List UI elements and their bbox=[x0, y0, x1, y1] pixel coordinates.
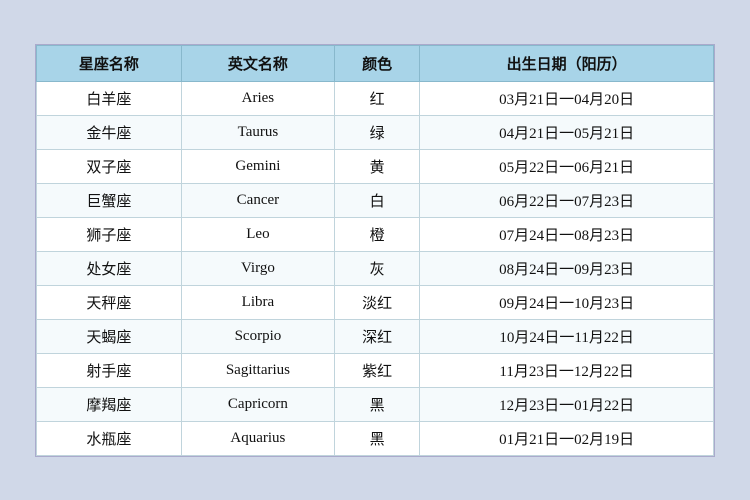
cell-r0-c3: 03月21日一04月20日 bbox=[420, 81, 714, 115]
table-row: 射手座Sagittarius紫红11月23日一12月22日 bbox=[37, 353, 714, 387]
table-header-row: 星座名称英文名称颜色出生日期（阳历） bbox=[37, 45, 714, 81]
col-header-3: 出生日期（阳历） bbox=[420, 45, 714, 81]
table-row: 双子座Gemini黄05月22日一06月21日 bbox=[37, 149, 714, 183]
cell-r8-c2: 紫红 bbox=[334, 353, 419, 387]
cell-r7-c1: Scorpio bbox=[181, 319, 334, 353]
col-header-1: 英文名称 bbox=[181, 45, 334, 81]
cell-r3-c3: 06月22日一07月23日 bbox=[420, 183, 714, 217]
cell-r9-c2: 黑 bbox=[334, 387, 419, 421]
cell-r0-c0: 白羊座 bbox=[37, 81, 182, 115]
cell-r9-c0: 摩羯座 bbox=[37, 387, 182, 421]
cell-r4-c0: 狮子座 bbox=[37, 217, 182, 251]
cell-r2-c0: 双子座 bbox=[37, 149, 182, 183]
cell-r5-c2: 灰 bbox=[334, 251, 419, 285]
cell-r2-c3: 05月22日一06月21日 bbox=[420, 149, 714, 183]
cell-r6-c3: 09月24日一10月23日 bbox=[420, 285, 714, 319]
cell-r6-c2: 淡红 bbox=[334, 285, 419, 319]
cell-r3-c0: 巨蟹座 bbox=[37, 183, 182, 217]
col-header-0: 星座名称 bbox=[37, 45, 182, 81]
cell-r1-c2: 绿 bbox=[334, 115, 419, 149]
table-row: 天秤座Libra淡红09月24日一10月23日 bbox=[37, 285, 714, 319]
table-row: 白羊座Aries红03月21日一04月20日 bbox=[37, 81, 714, 115]
cell-r8-c3: 11月23日一12月22日 bbox=[420, 353, 714, 387]
col-header-2: 颜色 bbox=[334, 45, 419, 81]
table-row: 狮子座Leo橙07月24日一08月23日 bbox=[37, 217, 714, 251]
cell-r10-c2: 黑 bbox=[334, 421, 419, 455]
cell-r4-c3: 07月24日一08月23日 bbox=[420, 217, 714, 251]
table-row: 水瓶座Aquarius黑01月21日一02月19日 bbox=[37, 421, 714, 455]
cell-r1-c3: 04月21日一05月21日 bbox=[420, 115, 714, 149]
cell-r9-c3: 12月23日一01月22日 bbox=[420, 387, 714, 421]
cell-r0-c2: 红 bbox=[334, 81, 419, 115]
cell-r7-c2: 深红 bbox=[334, 319, 419, 353]
cell-r1-c0: 金牛座 bbox=[37, 115, 182, 149]
cell-r0-c1: Aries bbox=[181, 81, 334, 115]
cell-r6-c0: 天秤座 bbox=[37, 285, 182, 319]
table-body: 白羊座Aries红03月21日一04月20日金牛座Taurus绿04月21日一0… bbox=[37, 81, 714, 455]
cell-r9-c1: Capricorn bbox=[181, 387, 334, 421]
cell-r5-c1: Virgo bbox=[181, 251, 334, 285]
cell-r4-c2: 橙 bbox=[334, 217, 419, 251]
cell-r8-c1: Sagittarius bbox=[181, 353, 334, 387]
cell-r5-c0: 处女座 bbox=[37, 251, 182, 285]
table-row: 天蝎座Scorpio深红10月24日一11月22日 bbox=[37, 319, 714, 353]
zodiac-table-container: 星座名称英文名称颜色出生日期（阳历） 白羊座Aries红03月21日一04月20… bbox=[35, 44, 715, 457]
cell-r3-c1: Cancer bbox=[181, 183, 334, 217]
cell-r10-c3: 01月21日一02月19日 bbox=[420, 421, 714, 455]
table-row: 金牛座Taurus绿04月21日一05月21日 bbox=[37, 115, 714, 149]
cell-r10-c0: 水瓶座 bbox=[37, 421, 182, 455]
cell-r7-c3: 10月24日一11月22日 bbox=[420, 319, 714, 353]
table-row: 处女座Virgo灰08月24日一09月23日 bbox=[37, 251, 714, 285]
cell-r2-c1: Gemini bbox=[181, 149, 334, 183]
cell-r2-c2: 黄 bbox=[334, 149, 419, 183]
cell-r3-c2: 白 bbox=[334, 183, 419, 217]
cell-r1-c1: Taurus bbox=[181, 115, 334, 149]
cell-r7-c0: 天蝎座 bbox=[37, 319, 182, 353]
table-row: 巨蟹座Cancer白06月22日一07月23日 bbox=[37, 183, 714, 217]
cell-r10-c1: Aquarius bbox=[181, 421, 334, 455]
cell-r6-c1: Libra bbox=[181, 285, 334, 319]
cell-r8-c0: 射手座 bbox=[37, 353, 182, 387]
zodiac-table: 星座名称英文名称颜色出生日期（阳历） 白羊座Aries红03月21日一04月20… bbox=[36, 45, 714, 456]
cell-r4-c1: Leo bbox=[181, 217, 334, 251]
table-row: 摩羯座Capricorn黑12月23日一01月22日 bbox=[37, 387, 714, 421]
cell-r5-c3: 08月24日一09月23日 bbox=[420, 251, 714, 285]
